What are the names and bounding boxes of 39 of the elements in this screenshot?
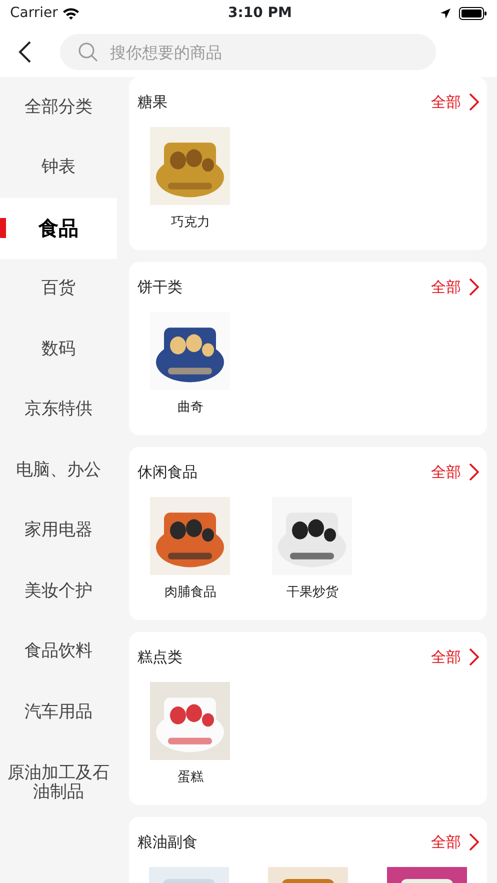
carrier-label: Carrier (10, 4, 58, 23)
category-item[interactable]: 京东特供 (0, 380, 118, 440)
category-item[interactable]: 食品饮料 (0, 622, 118, 682)
search-field[interactable]: 搜你想要的商品 (60, 34, 436, 70)
section-title: 粮油副食 (137, 832, 198, 853)
category-item[interactable]: 汽车用品 (0, 682, 118, 742)
category-item[interactable]: 电脑、办公 (0, 440, 118, 500)
chevron-right-icon (469, 93, 479, 111)
chevron-right-icon (469, 463, 479, 481)
product-name[interactable]: 干果炒货 (286, 583, 338, 602)
category-item[interactable]: 食品 (0, 198, 118, 258)
category-item[interactable]: 原油加工及石油制品 (0, 742, 118, 822)
back-icon[interactable] (18, 41, 32, 63)
product-name[interactable]: 曲奇 (177, 398, 204, 418)
view-all-link[interactable]: 全部 (431, 830, 479, 854)
clock-time: 3:10 PM (228, 4, 292, 23)
category-item[interactable]: 家用电器 (0, 500, 118, 561)
view-all-link[interactable]: 全部 (431, 90, 479, 114)
section-title: 糖果 (137, 92, 168, 113)
view-all-link[interactable]: 全部 (431, 276, 479, 298)
chevron-right-icon (469, 833, 479, 851)
section-title: 饼干类 (137, 276, 182, 298)
product-name[interactable]: 巧克力 (170, 213, 210, 232)
chevron-right-icon (469, 278, 479, 296)
section-title: 休闲食品 (137, 462, 198, 483)
product-name[interactable]: 肉脯食品 (164, 583, 216, 602)
location-arrow-icon (440, 8, 451, 19)
chevron-right-icon (469, 648, 479, 666)
view-all-link[interactable]: 全部 (431, 460, 479, 484)
category-item[interactable]: 美妆个护 (0, 561, 118, 622)
wifi-icon (62, 7, 80, 20)
section-title: 糕点类 (137, 646, 182, 668)
category-item[interactable]: 数码 (0, 319, 118, 380)
category-item[interactable]: 百货 (0, 258, 118, 319)
category-item[interactable]: 钟表 (0, 138, 118, 198)
product-name[interactable]: 蛋糕 (177, 768, 204, 788)
view-all-link[interactable]: 全部 (431, 646, 479, 668)
battery-icon (459, 7, 487, 20)
category-item[interactable]: 全部分类 (0, 77, 118, 138)
